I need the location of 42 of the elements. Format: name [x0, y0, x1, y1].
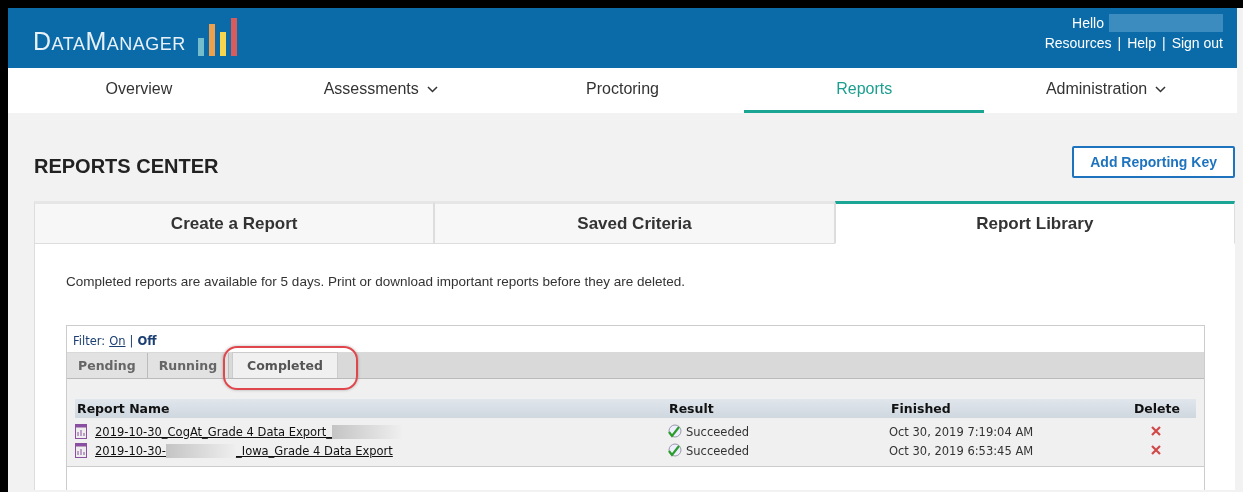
notice-text: Completed reports are available for 5 days. Print or download important reports before they are deleted.: [66, 274, 687, 289]
report-link[interactable]: 2019-10-30- _Iowa_Grade 4 Data Export: [95, 443, 393, 458]
filter-link[interactable]: Off: [137, 334, 157, 348]
status-tab[interactable]: Running: [147, 353, 230, 378]
result-text: Succeeded: [686, 424, 750, 439]
check-icon: [667, 443, 682, 458]
report-link[interactable]: 2019-10-30_CogAt_Grade 4 Data Export_: [95, 424, 403, 439]
separator: |: [1162, 35, 1166, 51]
greeting: Hello: [1072, 15, 1104, 31]
status-tab[interactable]: Pending: [67, 353, 148, 378]
column-header: Result: [669, 401, 715, 416]
table-cell-text: Oct 30, 2019 6:53:45 AM: [889, 443, 1035, 458]
logo-text: DataManager: [33, 27, 186, 56]
result-text: Succeeded: [686, 443, 750, 458]
column-header: Report Name: [77, 401, 171, 416]
page-title: REPORTS CENTER: [34, 155, 219, 178]
nav-tab[interactable]: Overview: [19, 68, 259, 113]
report-tab[interactable]: Report Library: [834, 201, 1235, 244]
column-header: Finished: [891, 401, 952, 416]
redaction-blur: [166, 443, 236, 458]
column-header: Delete: [1132, 401, 1182, 416]
header-link[interactable]: Help: [1127, 35, 1156, 51]
status-tab[interactable]: Completed: [232, 352, 338, 378]
report-file-icon: [75, 443, 87, 458]
filter-label: Filter:: [73, 334, 106, 348]
delete-icon[interactable]: [1151, 444, 1161, 455]
header-link[interactable]: Sign out: [1171, 35, 1223, 51]
header-link[interactable]: Resources: [1044, 35, 1112, 51]
bar-chart-icon: [197, 18, 238, 56]
add-reporting-key-button[interactable]: Add Reporting Key: [1072, 145, 1235, 178]
nav-tab[interactable]: Proctoring: [502, 68, 743, 113]
separator: |: [129, 334, 134, 348]
report-tab[interactable]: Create a Report: [34, 201, 435, 244]
check-icon: [667, 424, 682, 439]
nav-tab[interactable]: Administration: [986, 68, 1226, 113]
table-cell-text: Oct 30, 2019 7:19:04 AM: [889, 424, 1035, 439]
delete-icon[interactable]: [1151, 425, 1161, 436]
nav-tab[interactable]: Assessments: [260, 68, 501, 113]
report-file-icon: [75, 424, 87, 439]
filter-link[interactable]: On: [109, 334, 126, 348]
report-tab[interactable]: Saved Criteria: [434, 201, 835, 244]
separator: |: [1117, 35, 1122, 51]
